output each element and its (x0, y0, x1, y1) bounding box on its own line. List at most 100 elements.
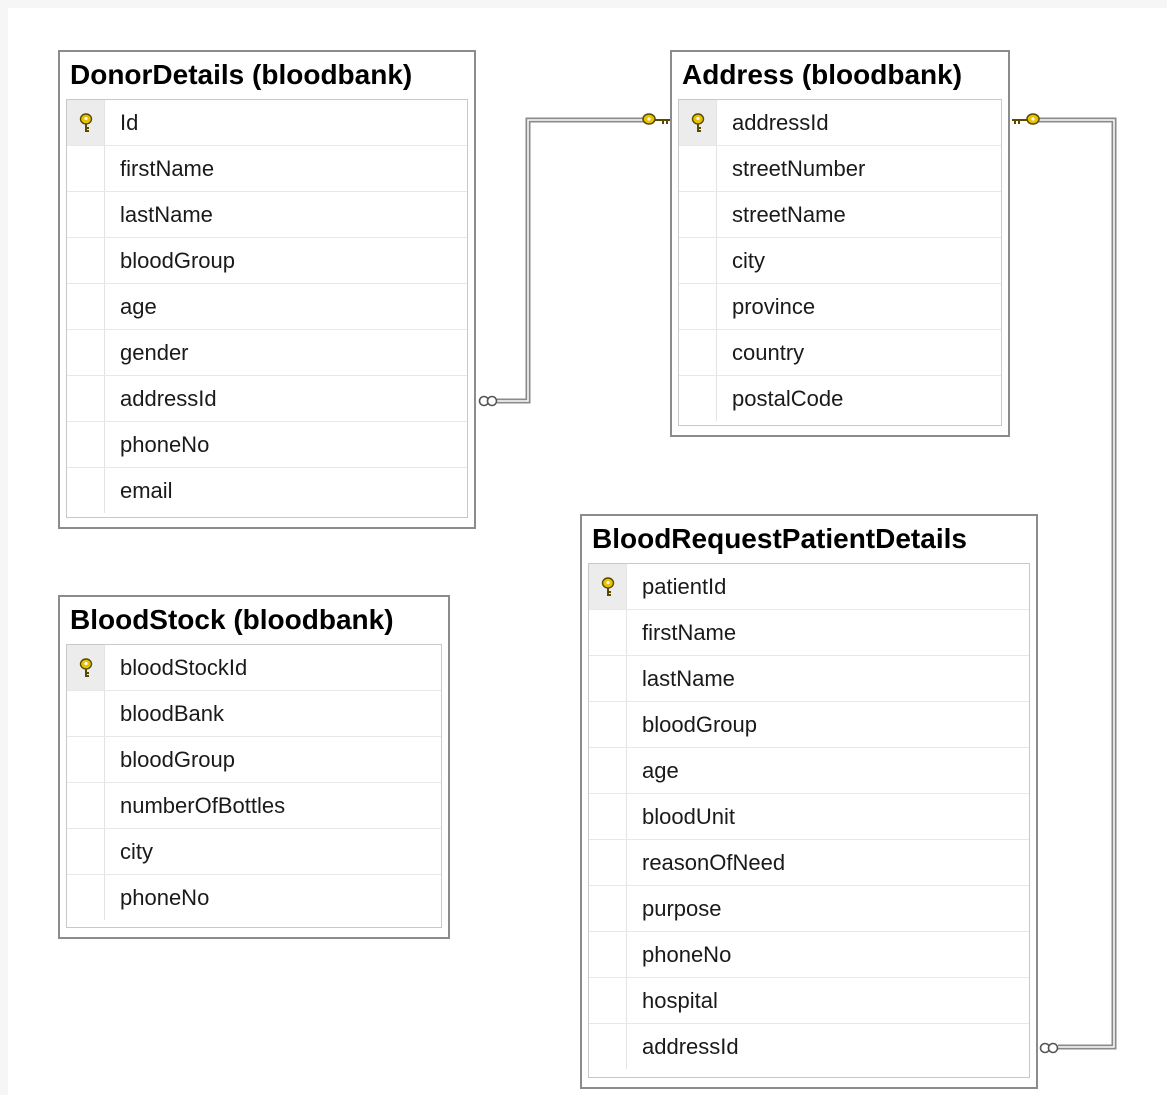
column-name: bloodBank (120, 701, 224, 726)
column-row[interactable]: phoneNo (589, 932, 1029, 978)
column-name: patientId (642, 574, 727, 599)
column-name: Id (120, 110, 139, 135)
column-row[interactable]: city (679, 238, 1001, 284)
column-row[interactable]: bloodGroup (67, 238, 467, 284)
row-selector[interactable] (679, 100, 717, 145)
infinity-icon (478, 395, 498, 407)
column-row[interactable]: Id (67, 100, 467, 146)
column-row[interactable]: addressId (679, 100, 1001, 146)
row-selector[interactable] (589, 564, 627, 609)
row-selector[interactable] (67, 422, 105, 467)
row-selector[interactable] (679, 146, 717, 191)
column-row[interactable]: country (679, 330, 1001, 376)
connector-line-inner (1038, 119, 1115, 1048)
primary-key-icon (78, 657, 94, 678)
column-row[interactable]: firstName (67, 146, 467, 192)
column-name: firstName (120, 156, 215, 181)
row-selector[interactable] (589, 886, 627, 931)
column-row[interactable]: age (67, 284, 467, 330)
row-selector[interactable] (67, 875, 105, 920)
column-name: province (732, 294, 816, 319)
row-selector[interactable] (67, 376, 105, 421)
table-blood-request-patient-details[interactable]: BloodRequestPatientDetails patientId firs… (580, 514, 1038, 1089)
column-row[interactable]: postalCode (679, 376, 1001, 422)
row-selector[interactable] (67, 192, 105, 237)
relationship-donor-address[interactable] (478, 113, 671, 407)
row-selector[interactable] (679, 376, 717, 421)
row-selector[interactable] (67, 146, 105, 191)
column-name: lastName (120, 202, 213, 227)
row-selector[interactable] (67, 100, 105, 145)
row-selector[interactable] (679, 238, 717, 283)
row-selector[interactable] (679, 192, 717, 237)
column-name: email (120, 478, 173, 503)
column-name: streetName (732, 202, 846, 227)
column-name: purpose (642, 896, 722, 921)
column-name: reasonOfNeed (642, 850, 786, 875)
column-name: streetNumber (732, 156, 866, 181)
column-name: bloodGroup (120, 747, 235, 772)
row-selector[interactable] (589, 932, 627, 977)
column-name: city (120, 839, 153, 864)
row-selector[interactable] (589, 978, 627, 1023)
column-row[interactable]: email (67, 468, 467, 514)
column-row[interactable]: addressId (67, 376, 467, 422)
infinity-icon (1039, 1042, 1059, 1054)
table-title: DonorDetails (bloodbank) (70, 59, 413, 90)
column-row[interactable]: bloodBank (67, 691, 441, 737)
column-row[interactable]: numberOfBottles (67, 783, 441, 829)
column-name: age (642, 758, 679, 783)
column-name: bloodGroup (120, 248, 235, 273)
table-title: Address (bloodbank) (682, 59, 963, 90)
table-address[interactable]: Address (bloodbank) addressId streetNumbe… (670, 50, 1010, 437)
column-row[interactable]: bloodUnit (589, 794, 1029, 840)
column-row[interactable]: streetName (679, 192, 1001, 238)
row-selector[interactable] (679, 284, 717, 329)
row-selector[interactable] (589, 702, 627, 747)
row-selector[interactable] (589, 748, 627, 793)
column-row[interactable]: phoneNo (67, 422, 467, 468)
row-selector[interactable] (589, 656, 627, 701)
column-row[interactable]: purpose (589, 886, 1029, 932)
row-selector[interactable] (67, 829, 105, 874)
row-selector[interactable] (589, 1024, 627, 1069)
column-row[interactable]: province (679, 284, 1001, 330)
row-selector[interactable] (67, 330, 105, 375)
table-title: BloodStock (bloodbank) (70, 604, 394, 635)
column-row[interactable]: hospital (589, 978, 1029, 1024)
primary-key-icon (690, 112, 706, 133)
column-row[interactable]: lastName (67, 192, 467, 238)
column-name: lastName (642, 666, 735, 691)
column-name: city (732, 248, 765, 273)
column-row[interactable]: age (589, 748, 1029, 794)
column-row[interactable]: addressId (589, 1024, 1029, 1070)
row-selector[interactable] (67, 645, 105, 690)
row-selector[interactable] (67, 737, 105, 782)
row-selector[interactable] (67, 691, 105, 736)
column-row[interactable]: city (67, 829, 441, 875)
column-row[interactable]: reasonOfNeed (589, 840, 1029, 886)
column-row[interactable]: streetNumber (679, 146, 1001, 192)
column-name: age (120, 294, 157, 319)
table-donor-details[interactable]: DonorDetails (bloodbank) Id firstName last… (58, 50, 476, 529)
table-blood-stock[interactable]: BloodStock (bloodbank) bloodStockId blood… (58, 595, 450, 939)
row-selector[interactable] (67, 284, 105, 329)
column-row[interactable]: bloodStockId (67, 645, 441, 691)
column-row[interactable]: lastName (589, 656, 1029, 702)
row-selector[interactable] (67, 783, 105, 828)
column-row[interactable]: phoneNo (67, 875, 441, 921)
row-selector[interactable] (589, 794, 627, 839)
key-icon (1012, 113, 1040, 125)
row-selector[interactable] (589, 610, 627, 655)
column-name: addressId (120, 386, 217, 411)
column-row[interactable]: firstName (589, 610, 1029, 656)
row-selector[interactable] (67, 238, 105, 283)
row-selector[interactable] (67, 468, 105, 513)
column-row[interactable]: bloodGroup (589, 702, 1029, 748)
column-row[interactable]: bloodGroup (67, 737, 441, 783)
row-selector[interactable] (589, 840, 627, 885)
row-selector[interactable] (679, 330, 717, 375)
column-row[interactable]: gender (67, 330, 467, 376)
column-row[interactable]: patientId (589, 564, 1029, 610)
column-name: bloodGroup (642, 712, 757, 737)
